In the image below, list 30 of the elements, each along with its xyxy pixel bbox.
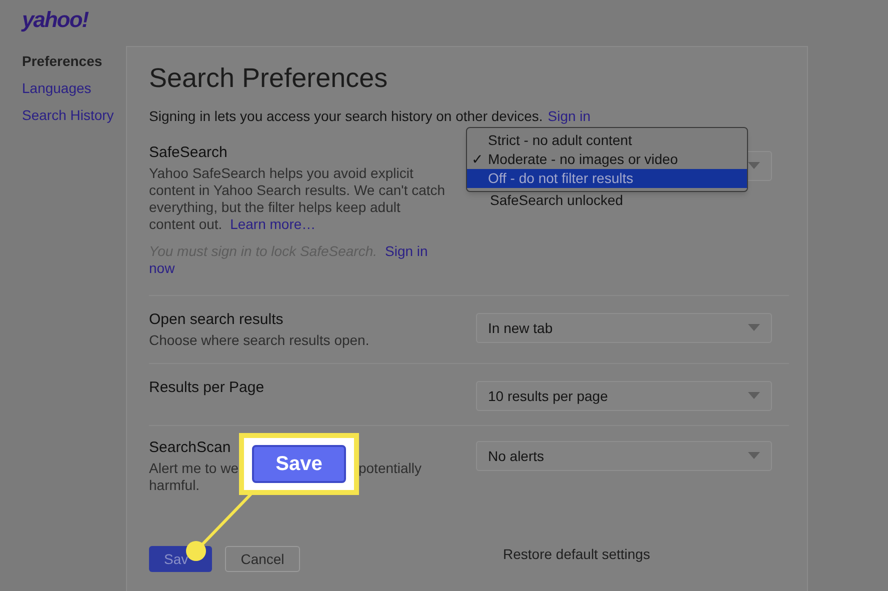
sidebar-item[interactable]: Preferences <box>22 52 126 71</box>
sign-in-link[interactable]: now <box>149 260 175 276</box>
page-title: Search Preferences <box>149 62 389 95</box>
sidebar-item[interactable]: Languages <box>22 79 126 98</box>
learn-more-link[interactable]: Learn more… <box>230 216 316 232</box>
setting-description: Yahoo SafeSearch helps you avoid explicit content in Yahoo Search results. We can't catch everything, but the filter helps keep adult content out. Learn more… <box>149 165 446 233</box>
setting-label: SafeSearch <box>149 143 228 163</box>
setting-label: Results per Page <box>149 378 266 398</box>
dropdown[interactable]: No alerts <box>476 441 772 471</box>
sign-in-note: Signing in lets you access your search history on other devices. <box>149 108 543 124</box>
setting-description: Alert me to we <box>149 460 238 477</box>
restore-defaults-link[interactable]: Restore default settings <box>503 544 650 564</box>
check-mark: ✓ <box>472 151 484 167</box>
logo[interactable]: yahoo! <box>22 7 88 32</box>
setting-description: potentially <box>358 460 422 477</box>
safesearch-status: SafeSearch unlocked <box>489 192 624 209</box>
dropdown[interactable]: In new tab <box>476 313 772 343</box>
menu-option[interactable]: ✓ Moderate - no images or video <box>467 150 747 169</box>
sign-in-link[interactable]: Sign in <box>548 108 591 124</box>
sign-in-link[interactable]: Sign in <box>385 243 428 259</box>
menu-option[interactable]: Strict - no adult content <box>467 131 747 150</box>
sidebar-item[interactable]: Search History <box>22 106 126 125</box>
save-button[interactable]: Save <box>252 445 346 483</box>
setting-description: harmful. <box>149 477 201 494</box>
setting-label: SearchScan <box>149 438 232 458</box>
setting-label: Open search results <box>149 310 284 330</box>
cancel-button[interactable]: Cancel <box>225 546 300 572</box>
menu-option[interactable]: Off - do not filter results <box>467 169 747 188</box>
setting-description: Choose where search results open. <box>149 332 370 349</box>
dropdown[interactable]: 10 results per page <box>476 381 772 411</box>
